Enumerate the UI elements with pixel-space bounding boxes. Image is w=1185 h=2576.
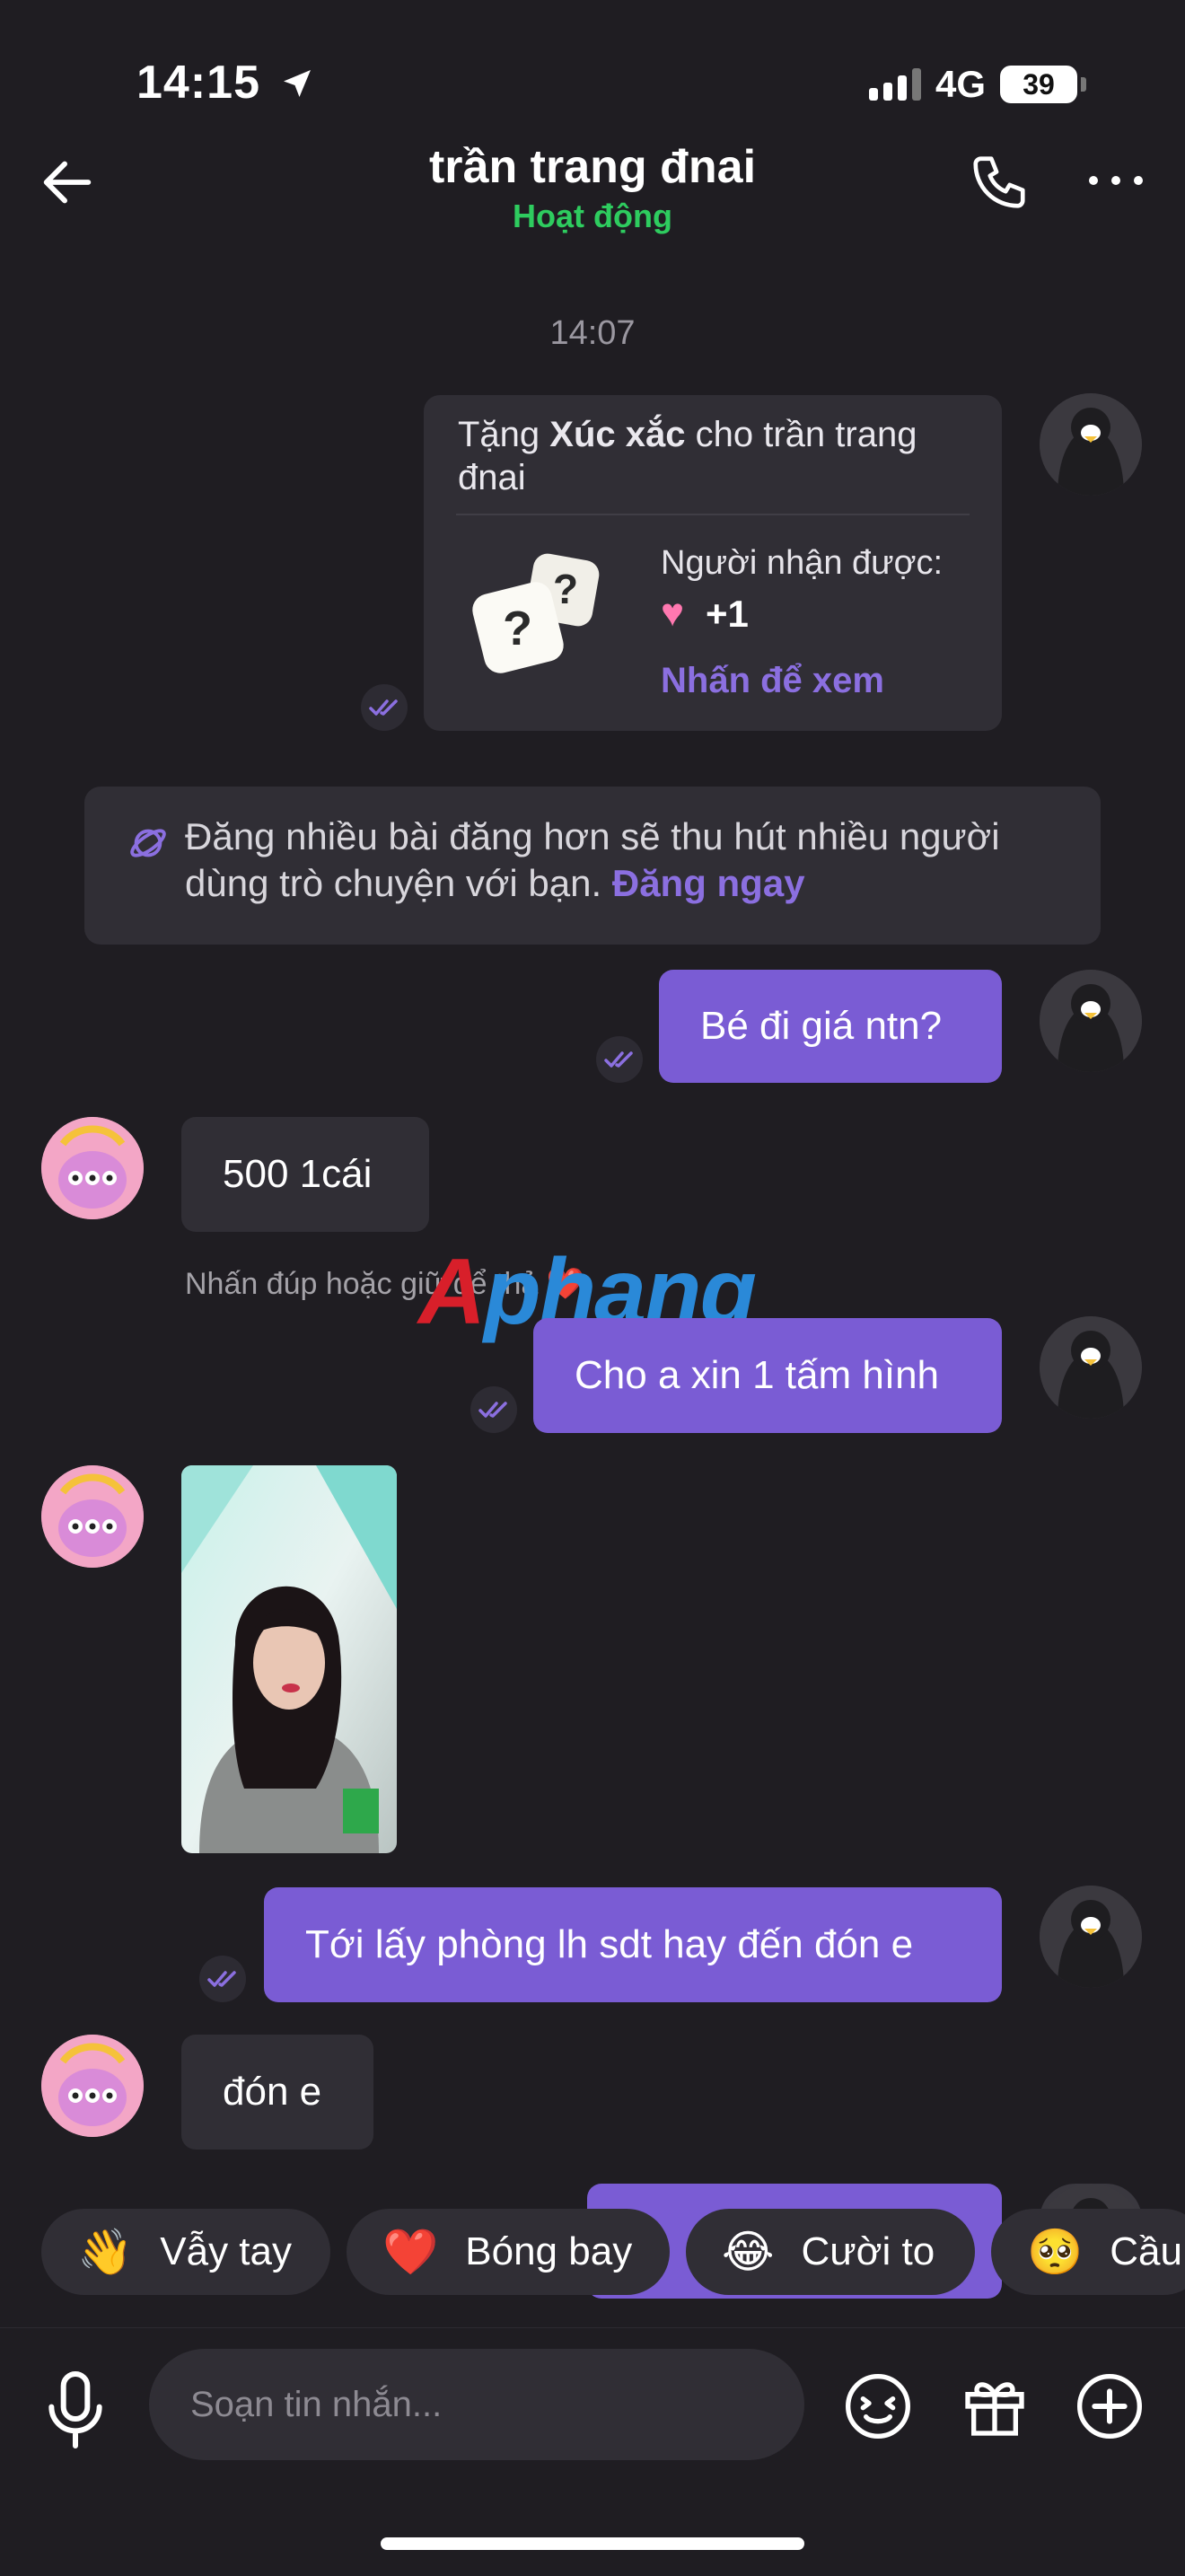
signal-icon: [868, 68, 921, 101]
photo-message[interactable]: [181, 1465, 397, 1853]
view-gift-link[interactable]: Nhấn để xem: [661, 661, 884, 701]
quick-reactions-bar: 👋 Vẫy tay ❤️ Bóng bay 😂 Cười to 🥺 Cầu: [0, 2209, 1185, 2299]
heart-icon: ♥: [661, 591, 685, 635]
message-bubble-incoming[interactable]: 500 1cái: [181, 1117, 429, 1232]
chat-timestamp: 14:07: [549, 314, 636, 352]
network-type: 4G: [935, 63, 986, 105]
divider: [456, 514, 970, 515]
contact-avatar[interactable]: [41, 1117, 144, 1219]
contact-avatar[interactable]: [41, 1465, 144, 1568]
reaction-chip-balloon[interactable]: ❤️ Bóng bay: [347, 2209, 670, 2295]
gift-icon[interactable]: [959, 2370, 1031, 2442]
svg-text:?: ?: [503, 602, 532, 655]
planet-icon: [130, 829, 166, 857]
heart-icon: ❤️: [382, 2226, 439, 2277]
reward-value: +1: [706, 593, 749, 635]
my-avatar[interactable]: [1040, 1316, 1142, 1419]
emoji-icon[interactable]: [842, 2370, 914, 2442]
my-avatar[interactable]: [1040, 970, 1142, 1072]
my-avatar[interactable]: [1040, 1886, 1142, 1988]
laughing-face-icon: 😂: [722, 2227, 775, 2277]
battery-icon: 39: [1000, 66, 1086, 103]
message-bubble-outgoing[interactable]: Cho a xin 1 tấm hình: [533, 1318, 1002, 1433]
seen-icon: [361, 684, 408, 731]
dice-icon: ? ?: [472, 553, 600, 673]
seen-icon: [596, 1036, 643, 1083]
location-arrow-icon: [284, 70, 312, 97]
message-bubble-outgoing[interactable]: Bé đi giá ntn?: [659, 970, 1002, 1083]
my-avatar[interactable]: [1040, 393, 1142, 496]
message-bubble-incoming[interactable]: đón e: [181, 2035, 373, 2150]
reaction-chip-plead[interactable]: 🥺 Cầu: [991, 2209, 1185, 2295]
home-indicator: [381, 2537, 804, 2550]
microphone-icon[interactable]: [40, 2367, 111, 2453]
svg-text:?: ?: [553, 566, 578, 612]
add-circle-icon[interactable]: [1074, 2370, 1146, 2442]
message-bubble-outgoing[interactable]: Tới lấy phòng lh sdt hay đến đón e: [264, 1887, 1002, 2002]
promo-banner[interactable]: Đăng nhiều bài đăng hơn sẽ thu hút nhiều…: [84, 787, 1101, 945]
message-input[interactable]: [149, 2349, 804, 2460]
seen-icon: [470, 1386, 517, 1433]
post-now-link[interactable]: Đăng ngay: [612, 862, 805, 904]
gift-card[interactable]: Tặng Xúc xắc cho trần trang đnai ? ? Ngư…: [424, 395, 1002, 731]
gift-text: Tặng Xúc xắc cho trần trang đnai: [458, 415, 917, 497]
status-indicators: 4G 39: [868, 63, 1086, 106]
waving-hand-icon: 👋: [77, 2226, 134, 2277]
status-time: 14:15: [136, 56, 315, 110]
seen-icon: [199, 1956, 246, 2002]
more-options-icon[interactable]: [1084, 158, 1147, 203]
contact-avatar[interactable]: [41, 2035, 144, 2137]
reaction-chip-laugh[interactable]: 😂 Cười to: [686, 2209, 975, 2295]
phone-icon[interactable]: [968, 151, 1031, 214]
promo-text: Đăng nhiều bài đăng hơn sẽ thu hút nhiều…: [185, 815, 1000, 904]
receiver-label: Người nhận được:: [661, 544, 944, 582]
reaction-chip-wave[interactable]: 👋 Vẫy tay: [41, 2209, 330, 2295]
pleading-face-icon: 🥺: [1027, 2226, 1084, 2277]
